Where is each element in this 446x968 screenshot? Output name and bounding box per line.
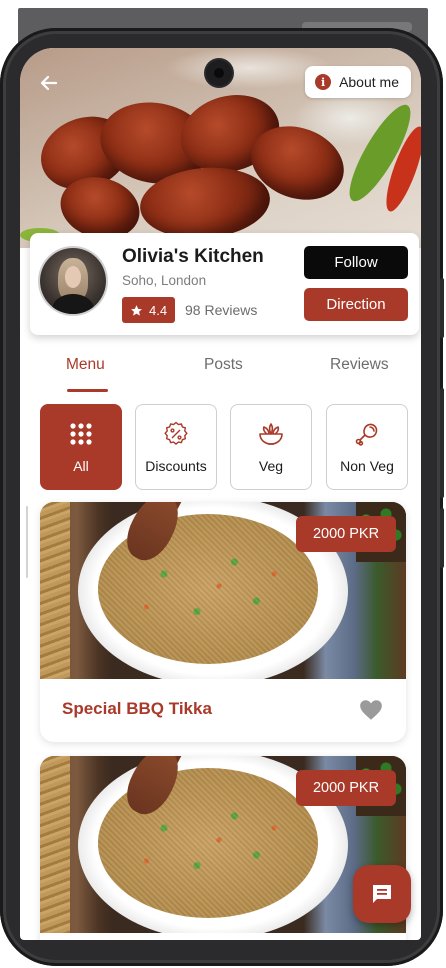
tab-menu[interactable]: Menu xyxy=(66,356,105,374)
category-veg[interactable]: Veg xyxy=(230,404,312,490)
back-button[interactable] xyxy=(36,70,62,96)
chat-button[interactable] xyxy=(353,865,411,923)
reviews-count[interactable]: 98 Reviews xyxy=(185,302,257,318)
category-non-veg-label: Non Veg xyxy=(340,458,394,474)
front-camera xyxy=(206,60,232,86)
price-badge: 2000 PKR xyxy=(296,516,396,552)
price-badge: 2000 PKR xyxy=(296,770,396,806)
category-discounts-label: Discounts xyxy=(145,458,207,474)
follow-button[interactable]: Follow xyxy=(304,246,408,279)
info-icon: i xyxy=(315,74,332,90)
category-all[interactable]: All xyxy=(40,404,122,490)
avatar[interactable] xyxy=(40,248,106,314)
chicken-leg-icon xyxy=(355,423,378,446)
tab-bar: Menu Posts Reviews xyxy=(20,344,421,394)
direction-button[interactable]: Direction xyxy=(304,288,408,321)
arrow-left-icon xyxy=(40,75,58,91)
menu-item-name: Special BBQ Tikka xyxy=(62,699,212,718)
star-icon xyxy=(131,304,142,316)
category-veg-label: Veg xyxy=(258,458,284,474)
menu-item-image: 2000 PKR xyxy=(40,502,406,679)
percent-badge-icon xyxy=(164,421,188,446)
menu-item-card[interactable]: 2000 PKR xyxy=(40,756,406,940)
category-non-veg[interactable]: Non Veg xyxy=(326,404,408,490)
restaurant-profile-card: Olivia's Kitchen Soho, London 4.4 98 Rev… xyxy=(30,233,419,335)
menu-item-card[interactable]: 2000 PKR Special BBQ Tikka xyxy=(40,502,406,742)
category-filter: All Discounts Veg Non Veg xyxy=(40,404,410,492)
scroll-indicator[interactable] xyxy=(26,506,28,578)
rating-badge: 4.4 xyxy=(122,297,176,323)
grid-icon xyxy=(70,423,92,445)
chat-icon xyxy=(373,885,391,903)
active-tab-indicator xyxy=(67,389,108,392)
rating-value: 4.4 xyxy=(149,302,168,318)
heart-icon[interactable] xyxy=(358,697,384,723)
salad-bowl-icon xyxy=(259,423,283,445)
restaurant-name: Olivia's Kitchen xyxy=(122,246,264,267)
restaurant-location: Soho, London xyxy=(122,273,207,288)
about-me-label: About me xyxy=(339,74,399,90)
tab-reviews[interactable]: Reviews xyxy=(330,356,389,374)
app-screen: i About me Olivia's Kitchen Soho, London… xyxy=(20,48,421,940)
tab-posts[interactable]: Posts xyxy=(204,356,243,374)
about-me-button[interactable]: i About me xyxy=(305,66,411,98)
category-discounts[interactable]: Discounts xyxy=(135,404,217,490)
category-all-label: All xyxy=(73,458,89,474)
menu-item-image: 2000 PKR xyxy=(40,756,406,933)
